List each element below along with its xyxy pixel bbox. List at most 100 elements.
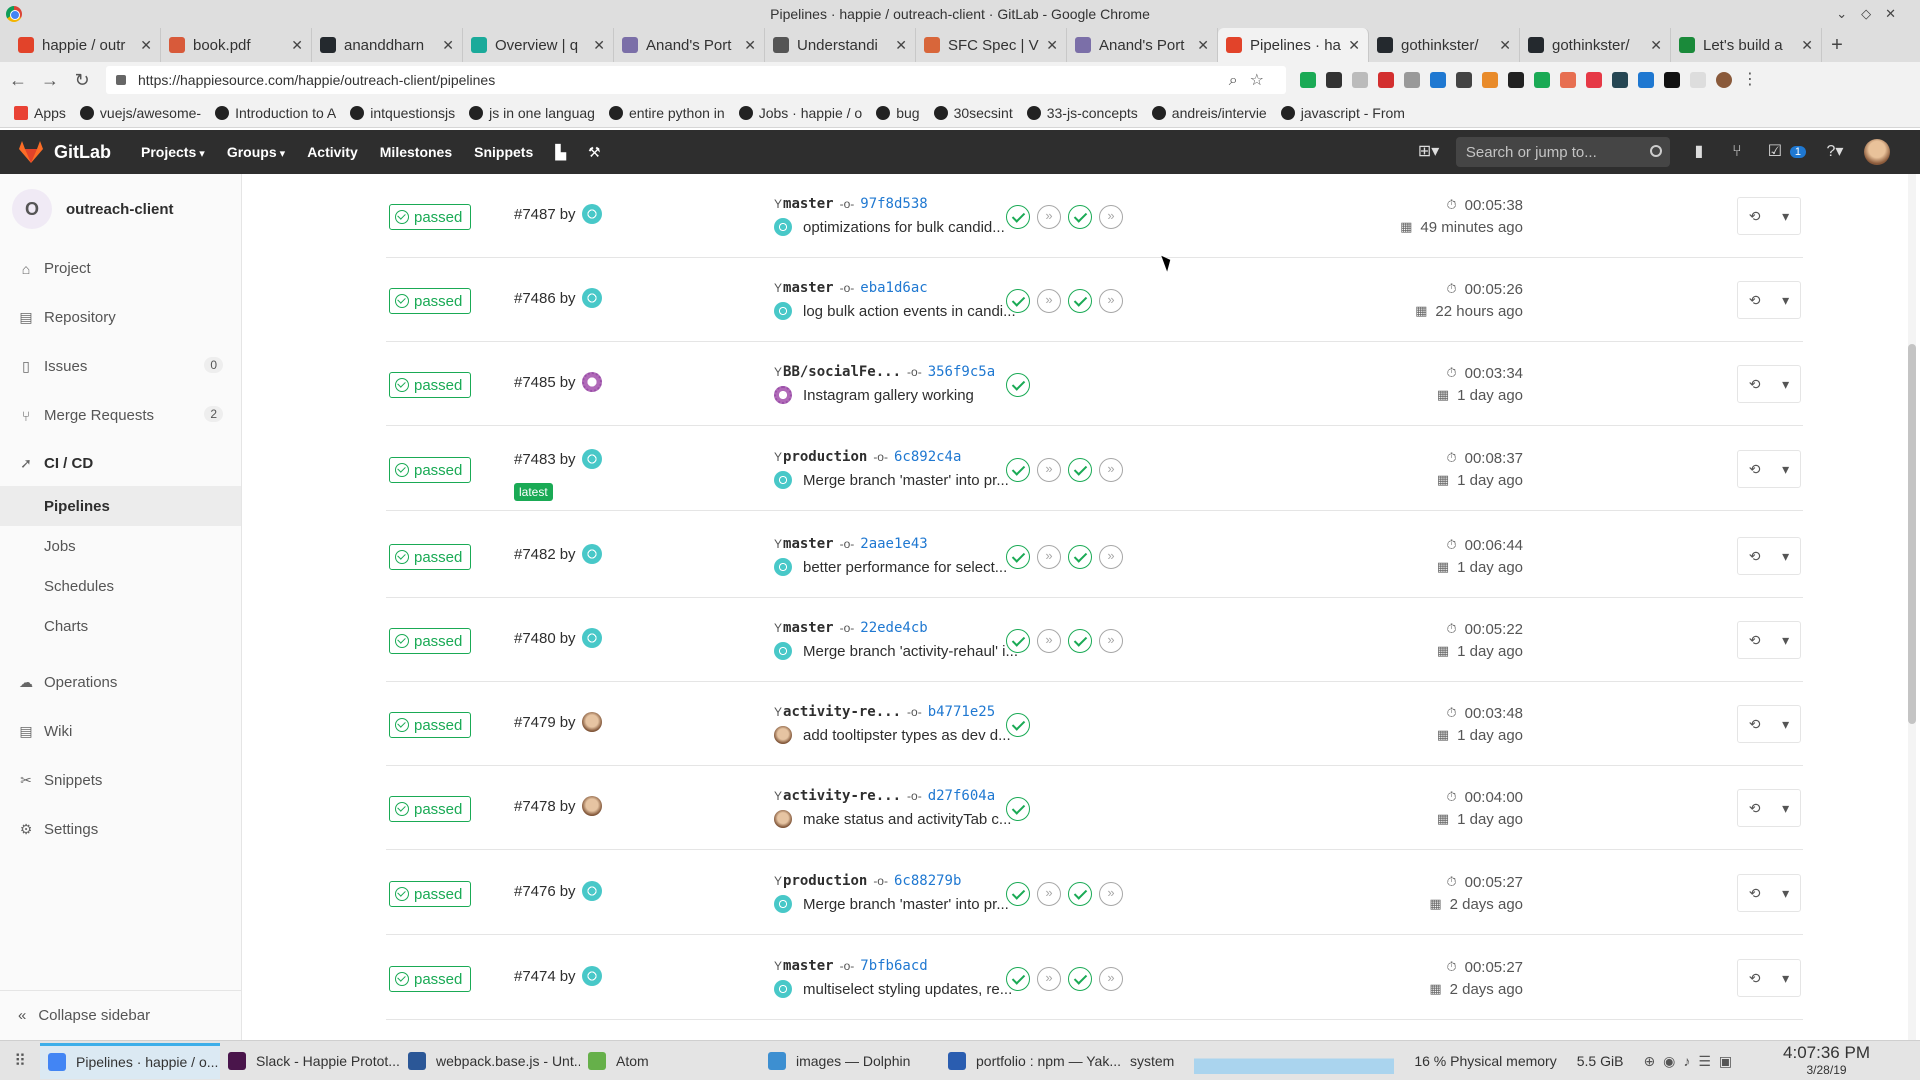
gitlab-logo[interactable]: GitLab xyxy=(18,140,111,164)
browser-tab[interactable]: Anand's Port ✕ xyxy=(1067,28,1218,62)
commit-sha[interactable]: 22ede4cb xyxy=(860,620,927,636)
extension-icon[interactable] xyxy=(1664,72,1680,88)
tab-close-icon[interactable]: ✕ xyxy=(1650,37,1662,54)
extension-icon[interactable] xyxy=(1612,72,1628,88)
page-scrollbar[interactable] xyxy=(1908,174,1916,1040)
tab-close-icon[interactable]: ✕ xyxy=(895,37,907,54)
stage-passed-icon[interactable] xyxy=(1006,373,1030,397)
commit-sha[interactable]: 356f9c5a xyxy=(928,364,995,380)
tab-close-icon[interactable]: ✕ xyxy=(593,37,605,54)
stage-skipped-icon[interactable]: » xyxy=(1099,289,1123,313)
author-avatar[interactable] xyxy=(581,712,602,732)
stage-passed-icon[interactable] xyxy=(1006,713,1030,737)
stage-passed-icon[interactable] xyxy=(1068,545,1092,569)
browser-tab[interactable]: SFC Spec | V ✕ xyxy=(916,28,1067,62)
browser-tab[interactable]: gothinkster/ ✕ xyxy=(1520,28,1671,62)
status-badge[interactable]: passed xyxy=(389,796,471,822)
commit-message[interactable]: Merge branch 'master' into pr... xyxy=(803,896,1009,913)
pipeline-id[interactable]: #7486 by xyxy=(514,288,602,308)
plus-square-icon[interactable]: ⊞▾ xyxy=(1418,143,1439,161)
sidebar-item-issues[interactable]: ▯ Issues 0 xyxy=(0,342,241,391)
branch-name[interactable]: activity-re... xyxy=(783,788,901,804)
bookmark-item[interactable]: intquestionsjs xyxy=(350,105,455,121)
extension-icon[interactable] xyxy=(1586,72,1602,88)
branch-name[interactable]: activity-re... xyxy=(783,704,901,720)
author-avatar[interactable] xyxy=(581,449,602,469)
commit-sha[interactable]: 6c88279b xyxy=(894,873,961,889)
vue-extension-icon[interactable] xyxy=(1300,72,1316,88)
commit-message[interactable]: multiselect styling updates, re... xyxy=(803,981,1012,998)
commit-message[interactable]: optimizations for bulk candid... xyxy=(803,219,1005,236)
commit-sha[interactable]: d27f604a xyxy=(928,788,995,804)
pipeline-id-link[interactable]: #7483 xyxy=(514,451,556,468)
pipeline-id[interactable]: #7476 by xyxy=(514,881,602,901)
branch-name[interactable]: master xyxy=(783,620,834,636)
tab-close-icon[interactable]: ✕ xyxy=(1348,37,1360,54)
author-avatar[interactable] xyxy=(581,544,602,564)
search-input[interactable]: Search or jump to... xyxy=(1455,137,1670,167)
stage-passed-icon[interactable] xyxy=(1068,458,1092,482)
chart-icon[interactable]: ▙ xyxy=(555,144,566,161)
profile-avatar[interactable] xyxy=(1716,72,1732,88)
author-avatar[interactable] xyxy=(581,288,602,308)
bookmark-item[interactable]: bug xyxy=(876,105,920,121)
branch-name[interactable]: master xyxy=(783,958,834,974)
sidebar-subitem-pipelines[interactable]: Pipelines xyxy=(0,486,241,526)
branch-name[interactable]: production xyxy=(783,449,867,465)
back-arrow-icon[interactable]: ← xyxy=(4,70,32,91)
branch-name[interactable]: master xyxy=(783,280,834,296)
scrollbar-thumb[interactable] xyxy=(1908,344,1916,724)
tab-close-icon[interactable]: ✕ xyxy=(1046,37,1058,54)
pipeline-id-link[interactable]: #7487 xyxy=(514,206,556,223)
commit-message[interactable]: better performance for select... xyxy=(803,559,1007,576)
pipeline-id[interactable]: #7485 by xyxy=(514,372,602,392)
browser-tab[interactable]: ananddharn ✕ xyxy=(312,28,463,62)
merge-request-icon[interactable]: ⑂ xyxy=(1728,143,1746,161)
pipeline-id-link[interactable]: #7480 xyxy=(514,630,556,647)
commit-sha[interactable]: eba1d6ac xyxy=(860,280,927,296)
tray-icons[interactable]: ⊕◉♪☰▣ xyxy=(1643,1053,1740,1070)
taskbar-item[interactable]: webpack.base.js - Unt... xyxy=(400,1043,580,1079)
user-avatar[interactable] xyxy=(1864,139,1890,165)
browser-tab[interactable]: gothinkster/ ✕ xyxy=(1369,28,1520,62)
commit-sha[interactable]: 2aae1e43 xyxy=(860,536,927,552)
address-bar[interactable]: https://happiesource.com/happie/outreach… xyxy=(106,66,1286,94)
author-avatar[interactable] xyxy=(581,966,602,986)
stage-skipped-icon[interactable]: » xyxy=(1099,458,1123,482)
bookmark-item[interactable]: Jobs · happie / o xyxy=(738,105,862,121)
commit-sha[interactable]: 7bfb6acd xyxy=(860,958,927,974)
pipeline-id[interactable]: #7479 by xyxy=(514,712,602,732)
bookmark-item[interactable]: andreis/intervie xyxy=(1151,105,1267,121)
window-controls[interactable]: ⌄◇✕ xyxy=(1836,0,1910,28)
tab-close-icon[interactable]: ✕ xyxy=(744,37,756,54)
taskbar-item[interactable]: Pipelines · happie / o... xyxy=(40,1042,220,1079)
commit-sha[interactable]: 97f8d538 xyxy=(860,196,927,212)
pipeline-id[interactable]: #7480 by xyxy=(514,628,602,648)
menu-dots-icon[interactable]: ⋮ xyxy=(1742,72,1758,88)
stage-skipped-icon[interactable]: » xyxy=(1099,205,1123,229)
sidebar-item-snippets[interactable]: ✂ Snippets xyxy=(0,756,241,805)
stage-passed-icon[interactable] xyxy=(1068,289,1092,313)
collapse-sidebar-button[interactable]: « Collapse sidebar xyxy=(0,990,241,1040)
pipeline-id[interactable]: #7482 by xyxy=(514,544,602,564)
sidebar-item-merge-requests[interactable]: ⑂ Merge Requests 2 xyxy=(0,391,241,440)
manual-actions-dropdown[interactable]: ⟲ ▾ xyxy=(1737,705,1801,743)
browser-tab[interactable]: book.pdf ✕ xyxy=(161,28,312,62)
stage-passed-icon[interactable] xyxy=(1068,629,1092,653)
tab-close-icon[interactable]: ✕ xyxy=(442,37,454,54)
stage-skipped-icon[interactable]: » xyxy=(1099,629,1123,653)
commit-message[interactable]: add tooltipster types as dev d... xyxy=(803,727,1011,744)
manual-actions-dropdown[interactable]: ⟲ ▾ xyxy=(1737,874,1801,912)
pipeline-id-link[interactable]: #7479 xyxy=(514,714,556,731)
todos-icon[interactable]: ☑ xyxy=(1766,143,1784,161)
close-extension-icon[interactable] xyxy=(1378,72,1394,88)
stage-skipped-icon[interactable]: » xyxy=(1099,545,1123,569)
browser-tab[interactable]: Pipelines · ha ✕ xyxy=(1218,28,1369,62)
extension-icon[interactable] xyxy=(1690,72,1706,88)
status-badge[interactable]: passed xyxy=(389,372,471,398)
browser-tab[interactable]: Overview | q ✕ xyxy=(463,28,614,62)
pipeline-id-link[interactable]: #7476 xyxy=(514,883,556,900)
stage-passed-icon[interactable] xyxy=(1068,205,1092,229)
issues-icon[interactable]: ▮ xyxy=(1690,143,1708,161)
pipeline-id-link[interactable]: #7485 xyxy=(514,374,556,391)
